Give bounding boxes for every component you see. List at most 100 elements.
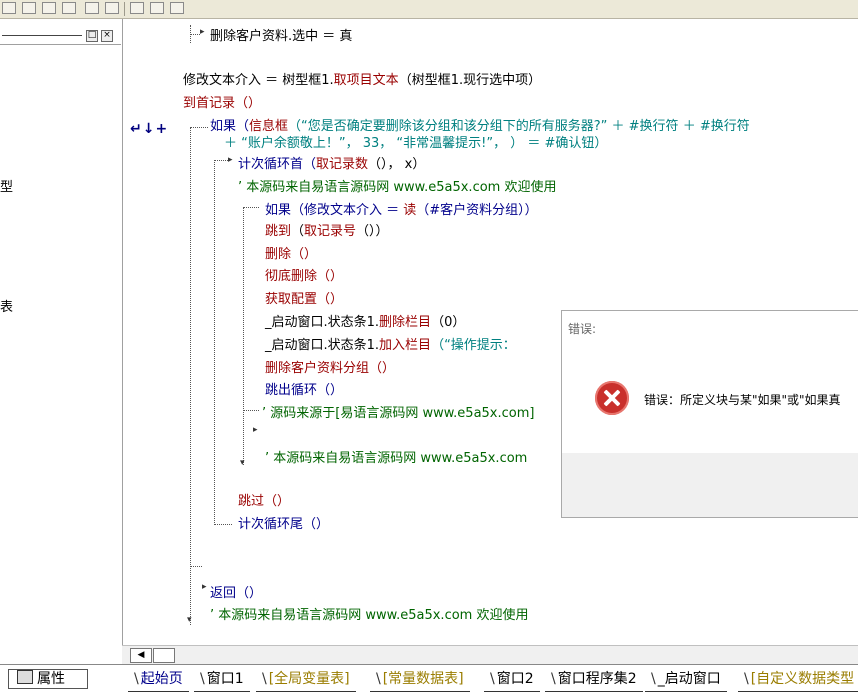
flow-line <box>214 524 232 525</box>
code-string: ＋ “账户余额敬上！”， 33， “非常温馨提示!”， ） ＝ #确认钮） <box>224 136 608 151</box>
tab-window-assembly2[interactable]: 窗口程序集2 <box>545 669 643 692</box>
code-line[interactable]: 彻底删除（） <box>265 265 343 284</box>
editor-gutter <box>123 19 179 647</box>
bottom-tab-bar: 属性 起始页 窗口1 [全局变量表] [常量数据表] 窗口2 窗口程序集2 _启… <box>0 664 858 696</box>
code-function: 取项目文本 <box>333 73 399 88</box>
scroll-thumb[interactable] <box>153 648 175 663</box>
tab-global-vars[interactable]: [全局变量表] <box>256 669 356 692</box>
code-text: （）， x） <box>368 157 426 172</box>
flow-line <box>190 127 208 128</box>
horizontal-scrollbar[interactable]: ◀ <box>122 645 858 664</box>
code-line[interactable]: ＋ “账户余额敬上！”， 33， “非常温馨提示!”， ） ＝ #确认钮） <box>224 132 607 151</box>
tab-window2[interactable]: 窗口2 <box>484 669 540 692</box>
properties-label: 属性 <box>37 671 65 687</box>
tab-start-page[interactable]: 起始页 <box>128 669 189 692</box>
code-function: 取记录号 <box>304 224 357 239</box>
panel-title-line <box>2 35 82 36</box>
code-line[interactable]: 删除（） <box>265 243 317 262</box>
code-function: 到首记录（） <box>183 96 262 111</box>
code-line[interactable]: 返回（） <box>210 582 262 601</box>
code-keyword: 计次循环首（ <box>238 157 317 172</box>
code-line[interactable]: 跳过（） <box>238 490 290 509</box>
code-comment[interactable]: ’ 本源码来自易语言源码网 www.e5a5x.com 欢迎使用 <box>238 176 556 195</box>
code-line[interactable]: 删除客户资料分组（） <box>265 357 395 376</box>
current-line-marker: ↵↓+ <box>130 121 169 137</box>
tab-custom-types[interactable]: [自定义数据类型 <box>738 669 858 692</box>
comment-text: ’ 本源码来自易语言源码网 www.e5a5x.com 欢迎使用 <box>210 608 529 623</box>
flow-line <box>190 566 202 567</box>
flow-arrow-icon: ▸ <box>200 27 205 37</box>
code-text: _启动窗口.状态条1. <box>265 315 380 330</box>
scroll-left-arrow-icon[interactable]: ◀ <box>130 648 152 663</box>
flow-line <box>214 160 215 525</box>
flow-line <box>190 127 191 625</box>
panel-restore-button[interactable]: □ <box>86 30 98 42</box>
flow-arrow-icon: ▾ <box>240 458 245 468</box>
h-space-icon[interactable] <box>130 2 144 14</box>
tab-window1[interactable]: 窗口1 <box>194 669 250 692</box>
center-form-icon[interactable] <box>170 2 184 14</box>
tab-startup-window[interactable]: _启动窗口 <box>645 669 727 692</box>
code-keyword: 跳出循环（） <box>265 383 344 398</box>
code-text: 修改文本介入 ＝ 树型框1. <box>183 73 334 88</box>
panel-close-button[interactable]: × <box>101 30 113 42</box>
error-icon <box>595 381 629 415</box>
code-function: 加入栏目 <box>379 338 432 353</box>
code-keyword: 如果（修改文本介入 ＝ <box>265 203 404 218</box>
properties-tab[interactable]: 属性 <box>8 669 88 689</box>
same-height-icon[interactable] <box>105 2 119 14</box>
tab-constants[interactable]: [常量数据表] <box>370 669 470 692</box>
code-function: 取记录数 <box>316 157 369 172</box>
flow-line <box>214 160 228 161</box>
panel-item-fragment[interactable]: 型 <box>0 176 13 195</box>
code-text: （）） <box>356 224 389 239</box>
align-left-icon[interactable] <box>2 2 16 14</box>
code-line[interactable]: 如果（修改文本介入 ＝ 读（#客户资料分组）） <box>265 199 538 218</box>
dialog-titlebar[interactable]: 错误: <box>562 311 858 343</box>
code-comment[interactable]: ’ 本源码来自易语言源码网 www.e5a5x.com <box>265 447 527 466</box>
same-width-icon[interactable] <box>85 2 99 14</box>
v-space-icon[interactable] <box>150 2 164 14</box>
code-line[interactable]: 跳到（取记录号（）） <box>265 220 389 239</box>
flow-line <box>243 207 244 465</box>
align-top-icon[interactable] <box>42 2 56 14</box>
code-line[interactable]: 删除客户资料.选中 ＝ 真 <box>210 25 352 44</box>
code-line[interactable]: 计次循环首（取记录数（）， x） <box>238 153 425 172</box>
comment-text: ’ 本源码来自易语言源码网 www.e5a5x.com <box>265 451 528 466</box>
comment-text: ’ 源码来源于[易语言源码网 www.e5a5x.com] <box>262 406 535 421</box>
code-text: _启动窗口.状态条1. <box>265 338 380 353</box>
code-line[interactable]: 修改文本介入 ＝ 树型框1.取项目文本（树型框1.现行选中项） <box>183 69 541 88</box>
flow-line <box>243 410 259 411</box>
code-line[interactable]: 计次循环尾（） <box>238 513 329 532</box>
code-comment[interactable]: ’ 源码来源于[易语言源码网 www.e5a5x.com] <box>262 402 534 421</box>
properties-icon <box>17 670 33 684</box>
error-dialog[interactable]: 错误: 错误：所定义块与某"如果"或"如果真 <box>561 310 858 518</box>
code-function: 彻底删除（） <box>265 269 344 284</box>
flow-arrow-icon: ▸ <box>253 425 258 435</box>
code-line[interactable]: 跳出循环（） <box>265 379 343 398</box>
code-keyword: 计次循环尾（） <box>238 517 330 532</box>
code-function: 删除客户资料分组（） <box>265 361 396 376</box>
code-line[interactable]: _启动窗口.状态条1.加入栏目（“操作提示： <box>265 334 516 353</box>
code-text: （ <box>291 224 305 239</box>
dialog-body: 错误：所定义块与某"如果"或"如果真 <box>562 343 858 453</box>
code-line[interactable]: 获取配置（） <box>265 288 343 307</box>
code-comment[interactable]: ’ 本源码来自易语言源码网 www.e5a5x.com 欢迎使用 <box>210 604 528 623</box>
code-function: 读 <box>403 203 417 218</box>
flow-arrow-icon: ▾ <box>187 615 192 625</box>
toolbar-separator <box>124 2 125 16</box>
flow-line <box>243 207 259 208</box>
code-line[interactable]: _启动窗口.状态条1.删除栏目（0） <box>265 311 465 330</box>
flow-line <box>190 34 200 35</box>
code-function: 跳过（） <box>238 494 291 509</box>
flow-arrow-icon: ▸ <box>202 582 207 592</box>
flow-arrow-icon: ▸ <box>228 155 233 165</box>
code-function: 跳到 <box>265 224 292 239</box>
panel-item-fragment[interactable]: 表 <box>0 296 13 315</box>
align-center-icon[interactable] <box>22 2 36 14</box>
code-line[interactable]: 到首记录（） <box>183 92 261 111</box>
code-text: （树型框1.现行选中项） <box>398 73 542 88</box>
align-middle-icon[interactable] <box>62 2 76 14</box>
code-text: （#客户资料分组）） <box>416 203 538 218</box>
code-text: 删除客户资料.选中 ＝ 真 <box>210 29 353 44</box>
